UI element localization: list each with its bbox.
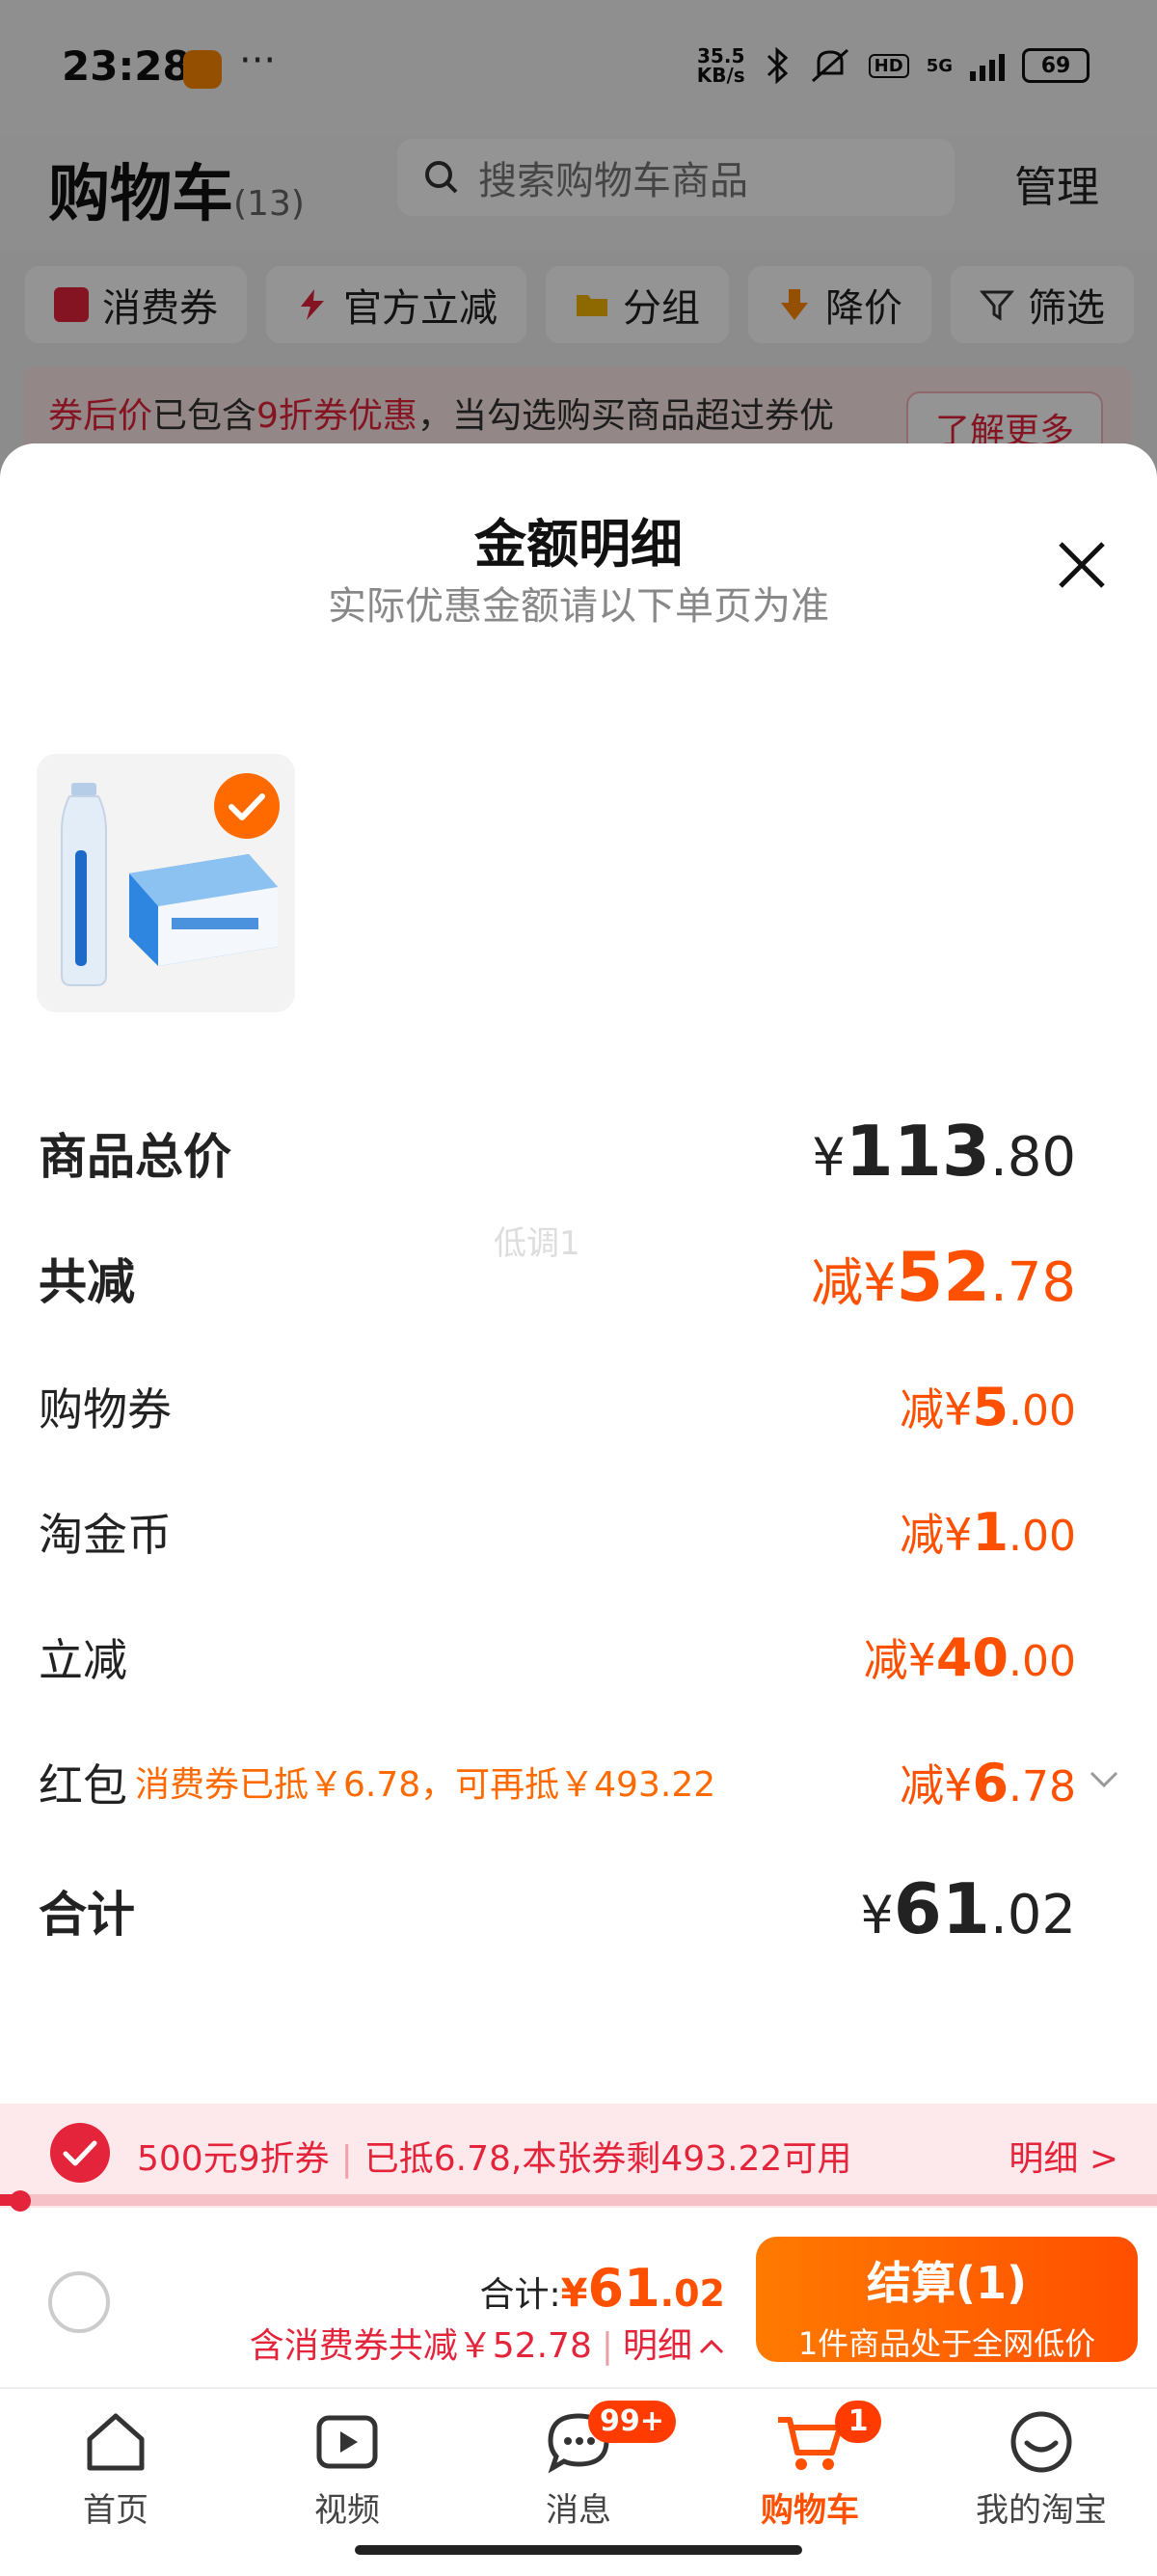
discount-prefix: 减¥: [863, 1634, 936, 1686]
coupon-detail-link[interactable]: 明细 >: [1009, 2131, 1118, 2181]
value-integer: 6: [972, 1753, 1009, 1813]
sheet-title: 金额明细: [474, 514, 683, 575]
detail-label: 明细: [622, 2326, 692, 2366]
chevron-down-icon[interactable]: [1088, 1762, 1120, 1795]
discount-prefix: 减¥: [900, 1509, 973, 1561]
value-integer: 61: [893, 1868, 990, 1949]
message-badge: 99+: [588, 2401, 676, 2443]
tab-video[interactable]: 视频: [270, 2406, 424, 2531]
selected-check-icon[interactable]: [212, 771, 282, 841]
taojin-coin-label: 淘金币: [39, 1509, 172, 1561]
taojin-coin-value: 减¥1.00: [900, 1500, 1076, 1564]
smiley-icon: [1010, 2411, 1072, 2473]
value-decimal: .00: [1009, 1386, 1076, 1436]
red-packet-note: 消费券已抵￥6.78，可再抵￥493.22: [135, 1765, 716, 1805]
home-icon: [87, 2413, 145, 2471]
cart-badge: 1: [835, 2401, 881, 2443]
coupon-name: 500元9折券: [137, 2139, 330, 2179]
sum-value: ¥61.02: [860, 1868, 1076, 1949]
value-integer: 113: [845, 1111, 990, 1192]
total-discount-label: 共减: [39, 1254, 135, 1310]
total-label: 合计:: [479, 2275, 561, 2315]
value-integer: 40: [935, 1627, 1009, 1688]
coupon-progress-bar: [0, 2194, 1157, 2206]
coupon-usage: 已抵6.78,本张券剩493.22可用: [363, 2139, 852, 2179]
checkout-bar: 合计:¥61.02 含消费券共减￥52.78 | 明细 结算(1) 1件商品处于全网…: [0, 2214, 1157, 2387]
total-discount-value: 减¥52.78: [811, 1238, 1076, 1317]
currency-symbol: ¥: [860, 1885, 894, 1945]
tab-label: 首页: [83, 2491, 148, 2530]
tab-label: 视频: [314, 2491, 380, 2530]
checkout-total: 合计:¥61.02: [480, 2258, 725, 2319]
red-packet-label: 红包: [39, 1759, 127, 1811]
total-amount: ¥61.02: [561, 2258, 725, 2319]
value-integer: 61: [587, 2258, 660, 2319]
checkout-button[interactable]: 结算(1) 1件商品处于全网低价: [756, 2237, 1138, 2362]
red-packet-value: 减¥6.78: [900, 1751, 1076, 1814]
coupon-separator: |: [340, 2139, 353, 2179]
value-decimal: .02: [659, 2272, 725, 2315]
value-decimal: .00: [1009, 1512, 1076, 1561]
discount-prefix: 减¥: [900, 1759, 973, 1811]
row-instant-discount: 立减 减¥40.00: [39, 1625, 1076, 1703]
discount-prefix: 减¥: [811, 1252, 897, 1313]
instant-discount-value: 减¥40.00: [864, 1625, 1076, 1689]
currency-symbol: ¥: [812, 1127, 846, 1188]
tab-messages[interactable]: 消息 99+: [501, 2401, 676, 2531]
instant-discount-label: 立减: [39, 1634, 127, 1686]
value-decimal: .00: [1009, 1637, 1076, 1686]
currency-symbol: ¥: [560, 2271, 588, 2316]
total-price-value: ¥113.80: [812, 1111, 1076, 1192]
row-red-packet[interactable]: 红包 消费券已抵￥6.78，可再抵￥493.22 减¥6.78: [39, 1751, 1118, 1828]
coupon-progress-dot: [10, 2190, 31, 2212]
sum-label: 合计: [39, 1887, 135, 1943]
tab-label: 消息: [546, 2491, 611, 2530]
discount-prefix: 减¥: [900, 1383, 973, 1436]
row-sum: 合计 ¥61.02: [39, 1868, 1076, 1953]
checkout-button-label: 结算(1): [866, 2257, 1028, 2309]
shopping-coupon-label: 购物券: [39, 1383, 172, 1436]
close-icon[interactable]: [1055, 538, 1109, 592]
value-decimal: .80: [989, 1126, 1076, 1189]
value-integer: 5: [972, 1377, 1009, 1437]
sheet-subtitle: 实际优惠金额请以下单页为准: [328, 584, 829, 629]
row-taojin-coin: 淘金币 减¥1.00: [39, 1500, 1076, 1577]
tab-my-taobao[interactable]: 我的淘宝: [964, 2406, 1118, 2531]
value-decimal: .02: [989, 1884, 1076, 1946]
shopping-coupon-value: 减¥5.00: [900, 1375, 1076, 1438]
total-price-label: 商品总价: [39, 1129, 231, 1185]
value-integer: 1: [972, 1502, 1009, 1563]
coupon-check-icon[interactable]: [48, 2121, 112, 2185]
tab-cart[interactable]: 购物车 1: [733, 2401, 887, 2531]
saving-summary[interactable]: 含消费券共减￥52.78 | 明细: [250, 2318, 725, 2368]
row-shopping-coupon: 购物券 减¥5.00: [39, 1375, 1076, 1452]
saving-text: 含消费券共减￥52.78: [249, 2326, 592, 2366]
coupon-text: 500元9折券 | 已抵6.78,本张券剩493.22可用: [137, 2131, 851, 2181]
chevron-up-icon: [699, 2339, 724, 2354]
home-indicator[interactable]: [355, 2545, 802, 2555]
video-icon: [316, 2415, 378, 2469]
tab-label: 购物车: [761, 2491, 859, 2530]
tab-home[interactable]: 首页: [39, 2406, 193, 2531]
tab-label: 我的淘宝: [976, 2491, 1107, 2530]
saving-separator: |: [601, 2326, 613, 2366]
row-total-price: 商品总价 ¥113.80: [39, 1111, 1076, 1195]
value-decimal: .78: [989, 1251, 1076, 1314]
row-total-discount: 共减 减¥52.78: [39, 1238, 1076, 1321]
checkout-button-subtext: 1件商品处于全网低价: [797, 2325, 1096, 2362]
select-all-checkbox[interactable]: [48, 2271, 110, 2333]
value-integer: 52: [896, 1238, 990, 1317]
value-decimal: .78: [1009, 1762, 1076, 1811]
